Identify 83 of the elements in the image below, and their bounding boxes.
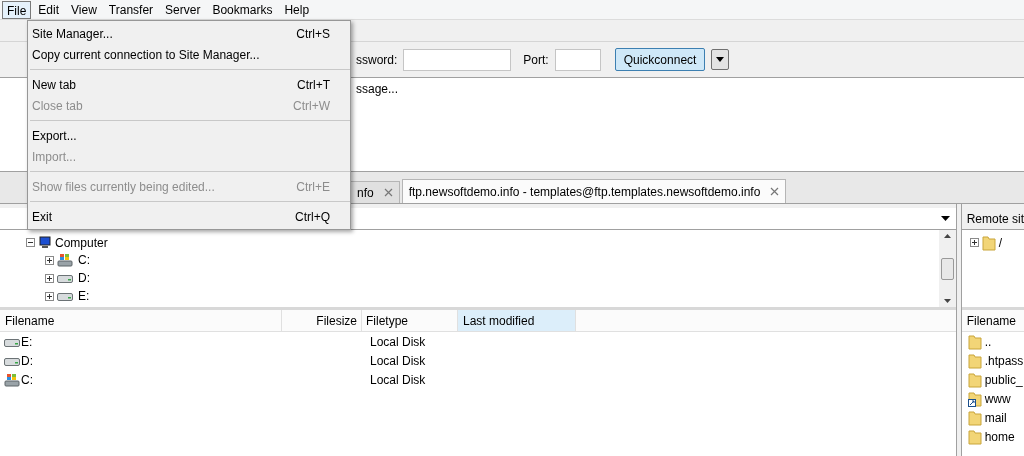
computer-icon xyxy=(38,236,52,249)
menu-option-label: Copy current connection to Site Manager... xyxy=(32,46,260,64)
connection-tab[interactable]: ftp.newsoftdemo.info - templates@ftp.templates.newsoftdemo.info xyxy=(401,179,787,203)
tree-item[interactable]: E: xyxy=(78,287,90,305)
menu-option-label: Site Manager... xyxy=(32,25,113,43)
folder-icon xyxy=(967,428,982,445)
scroll-down-icon[interactable] xyxy=(943,299,951,303)
folder-icon xyxy=(967,333,982,350)
folder-icon xyxy=(981,234,996,251)
quickconnect-button[interactable]: Quickconnect xyxy=(614,48,706,71)
port-label: Port: xyxy=(523,51,549,69)
menu-item[interactable]: Server xyxy=(160,0,206,19)
system-drive-icon xyxy=(57,253,73,267)
file-name[interactable]: E: xyxy=(21,332,33,351)
file-type: Local Disk xyxy=(369,371,426,389)
scroll-up-icon[interactable] xyxy=(943,234,951,238)
menu-item[interactable]: Transfer xyxy=(103,0,159,19)
file-name[interactable]: mail xyxy=(984,408,1007,427)
menu-option-label: Export... xyxy=(32,127,77,145)
folder-icon xyxy=(967,352,982,369)
file-type: Local Disk xyxy=(369,333,426,351)
menu-option-label: Import... xyxy=(32,148,76,166)
expand-icon[interactable] xyxy=(45,255,54,265)
caret-icon xyxy=(940,216,950,221)
file-name[interactable]: public_ xyxy=(984,370,1023,389)
dropdown-button[interactable] xyxy=(711,49,730,70)
caret-icon xyxy=(716,57,725,62)
drive-icon xyxy=(4,336,20,347)
drive-icon xyxy=(4,355,20,366)
close-icon[interactable] xyxy=(770,187,780,196)
drive-icon xyxy=(57,291,73,301)
menu-option[interactable]: Site Manager... Ctrl+S xyxy=(28,23,350,44)
system-drive-icon xyxy=(4,372,20,387)
file-name[interactable]: C: xyxy=(21,370,33,389)
file-name[interactable]: home xyxy=(984,427,1015,446)
column-header[interactable]: Filename xyxy=(0,310,282,331)
menu-option[interactable]: Export... xyxy=(28,125,350,146)
menu-option[interactable]: New tab Ctrl+T xyxy=(28,74,350,95)
tab-label: nfo xyxy=(357,184,374,202)
shortcut-label: Ctrl+W xyxy=(293,97,330,115)
menu-item[interactable]: Help xyxy=(279,0,315,19)
shortcut-label: Ctrl+S xyxy=(296,25,330,43)
close-icon[interactable] xyxy=(383,188,393,197)
shortcut-label: Ctrl+Q xyxy=(295,208,330,226)
file-name[interactable]: D: xyxy=(21,351,33,370)
folder-icon xyxy=(967,409,982,426)
shortcut-label: Ctrl+E xyxy=(296,178,330,196)
file-name[interactable]: .htpass xyxy=(984,351,1024,370)
file-name[interactable]: .. xyxy=(984,332,992,351)
menu-option[interactable]: Exit Ctrl+Q xyxy=(28,206,350,227)
tree-item[interactable]: / xyxy=(998,233,1002,252)
menu-item[interactable]: View xyxy=(66,0,102,19)
menu-option-label: Exit xyxy=(32,208,52,226)
menu-item[interactable]: Edit xyxy=(33,0,65,19)
expand-icon[interactable] xyxy=(969,238,979,247)
scroll-thumb[interactable] xyxy=(940,257,954,280)
password-label: ssword: xyxy=(356,51,398,69)
file-type: Local Disk xyxy=(369,352,426,370)
tree-item[interactable]: D: xyxy=(78,269,90,287)
column-header[interactable]: Filesize xyxy=(282,310,362,331)
scrollbar[interactable] xyxy=(938,230,956,307)
drive-icon xyxy=(57,273,73,283)
tree-item[interactable]: Computer xyxy=(55,233,108,252)
expand-icon[interactable] xyxy=(45,273,54,283)
collapse-icon[interactable] xyxy=(26,238,35,247)
column-header[interactable]: Last modified xyxy=(458,310,576,331)
menu-option-label: New tab xyxy=(32,76,77,94)
menu-item[interactable]: Bookmarks xyxy=(207,0,278,19)
expand-icon[interactable] xyxy=(45,291,54,301)
password-field[interactable] xyxy=(403,48,512,71)
connection-tab[interactable]: nfo xyxy=(350,181,400,203)
menu-option-label: Close tab xyxy=(32,97,83,115)
menu-item[interactable]: File xyxy=(2,0,32,19)
menu-option[interactable]: Copy current connection to Site Manager... xyxy=(28,44,350,65)
menu-option-label: Show files currently being edited... xyxy=(32,178,215,196)
file-name[interactable]: www xyxy=(984,389,1011,408)
log-text: ssage... xyxy=(356,82,399,96)
shortcut-label: Ctrl+T xyxy=(297,76,330,94)
tree-item[interactable]: C: xyxy=(78,251,90,269)
folder-shortcut-icon xyxy=(967,390,982,407)
folder-icon xyxy=(967,371,982,388)
port-field[interactable] xyxy=(554,48,601,71)
tab-label: ftp.newsoftdemo.info - templates@ftp.templates.newsoftdemo.info xyxy=(408,183,761,201)
